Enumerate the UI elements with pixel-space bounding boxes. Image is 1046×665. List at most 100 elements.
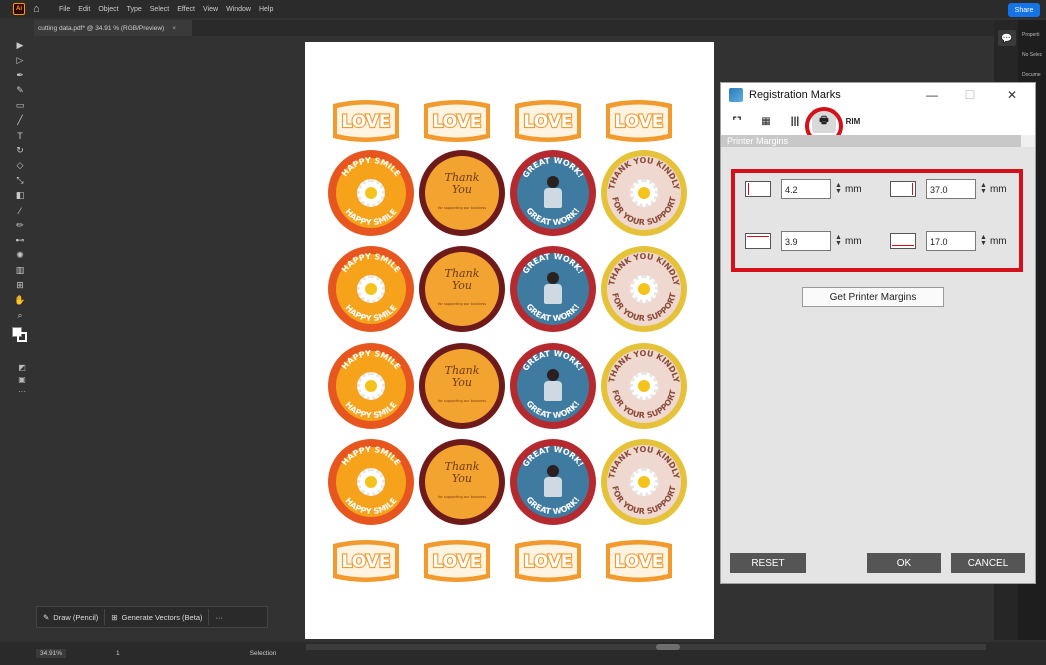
thank-you-text: Thank You <box>444 171 480 196</box>
thank-you-kindly-sticker[interactable]: THANK YOU KINDLY FOR YOUR SUPPORT <box>601 150 687 236</box>
pencil-tool-icon[interactable]: ✏ <box>8 218 32 233</box>
direct-selection-tool-icon[interactable]: ▷ <box>8 53 32 68</box>
thank-you-sticker[interactable]: Thank You for supporting our business <box>419 439 505 525</box>
scrollbar-thumb[interactable] <box>656 644 680 650</box>
rotate-tool-icon[interactable]: ↻ <box>8 143 32 158</box>
menu-view[interactable]: View <box>203 6 218 13</box>
thank-you-kindly-sticker[interactable]: THANK YOU KINDLY FOR YOUR SUPPORT <box>601 246 687 332</box>
love-sticker[interactable]: LOVE <box>513 538 583 584</box>
happy-smile-sticker[interactable]: HAPPY SMILE HAPPY SMILE <box>328 150 414 236</box>
menu-effect[interactable]: Effect <box>177 6 195 13</box>
more-tools-icon[interactable]: ··· <box>12 386 32 398</box>
thank-you-kindly-sticker[interactable]: THANK YOU KINDLY FOR YOUR SUPPORT <box>601 343 687 429</box>
share-button[interactable]: Share <box>1008 3 1040 17</box>
column-graph-icon[interactable]: ▥ <box>8 263 32 278</box>
thank-you-kindly-sticker[interactable]: THANK YOU KINDLY FOR YOUR SUPPORT <box>601 439 687 525</box>
minimize-button[interactable]: — <box>917 87 947 103</box>
rectangle-tool-icon[interactable]: ▭ <box>8 98 32 113</box>
zoom-tool-icon[interactable]: ⌕ <box>8 308 32 323</box>
cancel-button[interactable]: CANCEL <box>951 553 1025 573</box>
happy-smile-sticker[interactable]: HAPPY SMILE HAPPY SMILE <box>328 343 414 429</box>
great-work-sticker[interactable]: GREAT WORK! GREAT WORK! <box>510 246 596 332</box>
love-sticker[interactable]: LOVE <box>331 98 401 144</box>
generate-vectors-button[interactable]: ⊞ Generate Vectors (Beta) <box>105 609 210 625</box>
love-sticker[interactable]: LOVE <box>604 538 674 584</box>
thank-you-sticker[interactable]: Thank You for supporting our business <box>419 150 505 236</box>
seal-bottom-text: GREAT WORK! <box>524 495 581 516</box>
fill-stroke-swatch[interactable] <box>10 325 30 345</box>
margin-top-spinner[interactable]: ▲ ▼ <box>835 234 842 247</box>
menu-edit[interactable]: Edit <box>78 6 90 13</box>
margin-top-input[interactable]: 3.9 <box>781 231 831 251</box>
get-printer-margins-button[interactable]: Get Printer Margins <box>802 287 944 307</box>
seal-top-text: GREAT WORK! <box>521 445 585 469</box>
curvature-tool-icon[interactable]: ✎ <box>8 83 32 98</box>
sticker-center: Thank You for supporting our business <box>425 252 499 326</box>
barcode-icon[interactable]: ||| <box>783 109 807 133</box>
home-icon[interactable]: ⌂ <box>33 3 45 15</box>
thank-you-sticker[interactable]: Thank You for supporting our business <box>419 343 505 429</box>
seal-bottom-text: HAPPY SMILE <box>343 207 398 227</box>
trim-icon[interactable]: RIM <box>841 109 865 133</box>
love-sticker[interactable]: LOVE <box>422 538 492 584</box>
menu-select[interactable]: Select <box>150 6 169 13</box>
margin-left-spinner[interactable]: ▲ ▼ <box>835 182 842 195</box>
draw-pencil-button[interactable]: ✎ Draw (Pencil) <box>37 609 106 625</box>
svg-text:GREAT WORK!: GREAT WORK! <box>521 445 585 469</box>
blend-tool-icon[interactable]: ⊷ <box>8 233 32 248</box>
hand-tool-icon[interactable]: ✋ <box>8 293 32 308</box>
corner-marks-icon[interactable]: ⌜⌝ <box>725 109 749 133</box>
status-mode[interactable]: Selection <box>250 650 277 657</box>
great-work-sticker[interactable]: GREAT WORK! GREAT WORK! <box>510 439 596 525</box>
margin-bottom-spinner[interactable]: ▲ ▼ <box>980 234 987 247</box>
close-button[interactable]: ✕ <box>997 87 1027 103</box>
selection-tool-icon[interactable]: ▶ <box>8 38 32 53</box>
seal-bottom-text: FOR YOUR SUPPORT <box>610 291 678 323</box>
artboard-tool-icon[interactable]: ⊞ <box>8 278 32 293</box>
close-icon[interactable]: × <box>172 25 176 32</box>
great-work-sticker[interactable]: GREAT WORK! GREAT WORK! <box>510 150 596 236</box>
thank-you-sticker[interactable]: Thank You for supporting our business <box>419 246 505 332</box>
artboard-number[interactable]: 1 <box>116 650 120 657</box>
love-sticker[interactable]: LOVE <box>604 98 674 144</box>
document-tab[interactable]: cutting data.pdf* @ 34.91 % (RGB/Preview… <box>34 20 192 36</box>
comments-icon[interactable]: 💬 <box>998 30 1016 46</box>
reset-button[interactable]: RESET <box>730 553 806 573</box>
type-tool-icon[interactable]: T <box>8 128 32 143</box>
ok-button[interactable]: OK <box>867 553 941 573</box>
pen-tool-icon[interactable]: ✒ <box>8 68 32 83</box>
horizontal-scrollbar[interactable] <box>306 644 986 650</box>
menu-help[interactable]: Help <box>259 6 273 13</box>
svg-text:HAPPY SMILE: HAPPY SMILE <box>340 156 402 178</box>
love-sticker[interactable]: LOVE <box>331 538 401 584</box>
love-sticker[interactable]: LOVE <box>422 98 492 144</box>
eraser-tool-icon[interactable]: ◇ <box>8 158 32 173</box>
great-work-sticker[interactable]: GREAT WORK! GREAT WORK! <box>510 343 596 429</box>
eyedropper-tool-icon[interactable]: ⁄ <box>8 203 32 218</box>
margin-right-spinner[interactable]: ▲ ▼ <box>980 182 987 195</box>
symbol-sprayer-icon[interactable]: ✺ <box>8 248 32 263</box>
more-options-button[interactable]: ··· <box>209 609 229 625</box>
paintbrush-tool-icon[interactable]: ╱ <box>8 113 32 128</box>
menu-window[interactable]: Window <box>226 6 251 13</box>
menu-object[interactable]: Object <box>98 6 118 13</box>
shape-builder-icon[interactable]: ◧ <box>8 188 32 203</box>
margin-bottom-input[interactable]: 17.0 <box>926 231 976 251</box>
menu-file[interactable]: File <box>59 6 70 13</box>
qr-marks-icon[interactable]: ▦ <box>754 109 778 133</box>
margin-right-input[interactable]: 37.0 <box>926 179 976 199</box>
happy-smile-sticker[interactable]: HAPPY SMILE HAPPY SMILE <box>328 439 414 525</box>
menu-type[interactable]: Type <box>127 6 142 13</box>
maximize-button[interactable]: ☐ <box>955 87 985 103</box>
screen-mode-icon[interactable]: ▣ <box>12 374 32 386</box>
draw-mode-icon[interactable]: ◩ <box>12 362 32 374</box>
margin-left-row: 4.2 ▲ ▼ mm <box>745 179 862 199</box>
happy-smile-sticker[interactable]: HAPPY SMILE HAPPY SMILE <box>328 246 414 332</box>
margin-left-input[interactable]: 4.2 <box>781 179 831 199</box>
love-sticker[interactable]: LOVE <box>513 98 583 144</box>
scale-tool-icon[interactable]: ⤡ <box>8 173 32 188</box>
seal-top-text: GREAT WORK! <box>521 156 585 180</box>
seal-bottom-text: GREAT WORK! <box>524 399 581 420</box>
zoom-level[interactable]: 34.91% <box>36 649 67 658</box>
stroke-swatch[interactable] <box>17 332 27 342</box>
